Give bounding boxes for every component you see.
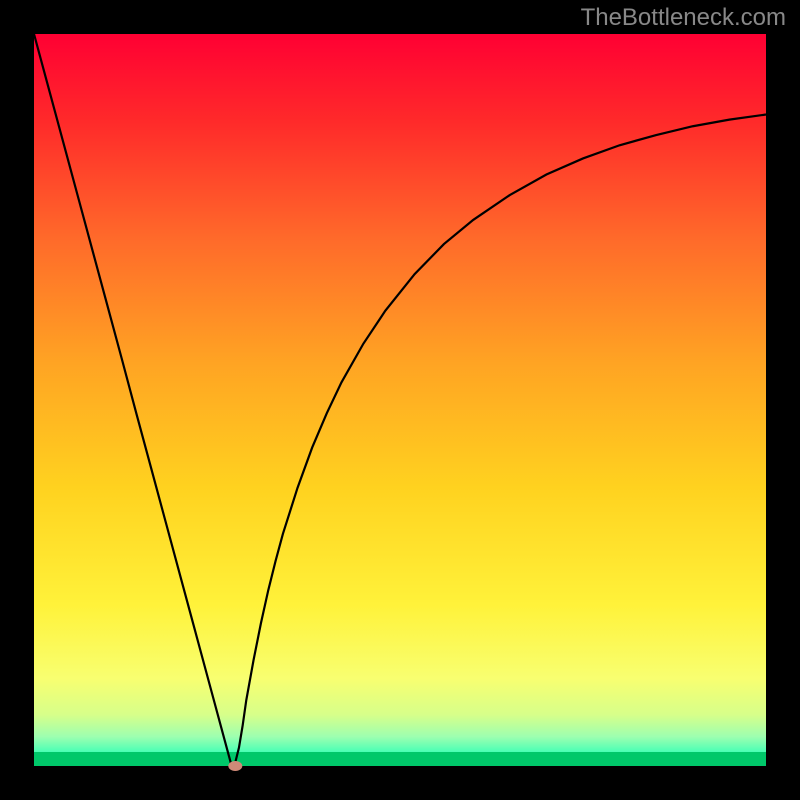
optimal-marker — [228, 761, 242, 771]
plot-background — [34, 34, 766, 766]
bottleneck-chart — [0, 0, 800, 800]
green-band — [34, 752, 766, 766]
chart-container: TheBottleneck.com — [0, 0, 800, 800]
attribution-text: TheBottleneck.com — [581, 4, 786, 32]
